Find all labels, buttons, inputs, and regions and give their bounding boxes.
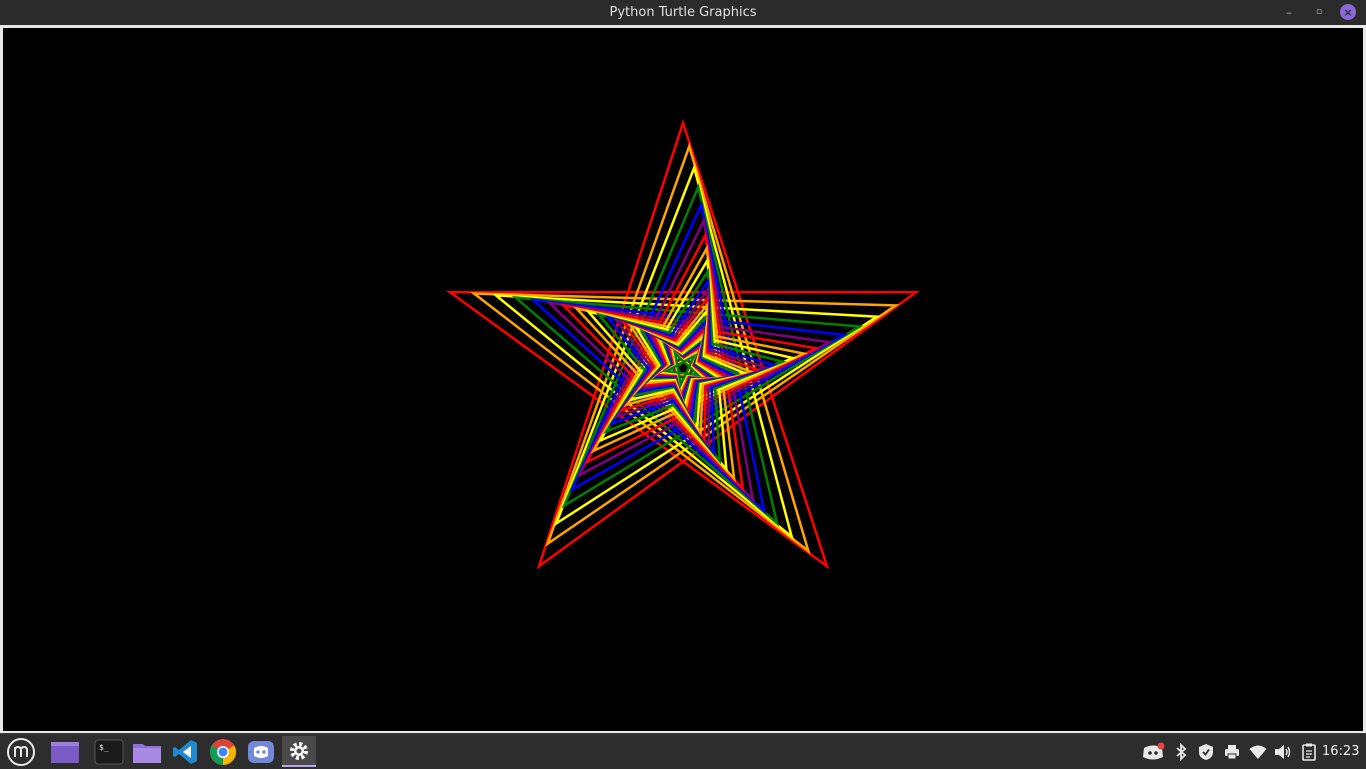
window-title: Python Turtle Graphics bbox=[609, 5, 757, 20]
printer-icon bbox=[1225, 744, 1239, 759]
taskbar: $_ 16:23 bbox=[0, 733, 1366, 769]
tray-clipboard[interactable] bbox=[1299, 734, 1319, 769]
linux-mint-menu-icon bbox=[7, 737, 35, 766]
tray-discord[interactable] bbox=[1140, 734, 1166, 769]
chrome-icon bbox=[209, 738, 237, 765]
vscode-icon bbox=[173, 739, 197, 764]
taskbar-chrome[interactable] bbox=[206, 736, 240, 767]
purple-folder-icon bbox=[51, 741, 79, 763]
close-button[interactable]: × bbox=[1340, 4, 1356, 20]
clock[interactable]: 16:23 bbox=[1322, 744, 1359, 759]
window-titlebar[interactable]: Python Turtle Graphics – ▫ × bbox=[0, 0, 1366, 26]
star-drawing bbox=[446, 118, 920, 570]
svg-text:$_: $_ bbox=[99, 743, 109, 752]
discord-tray-icon bbox=[1143, 742, 1165, 759]
terminal-icon: $_ bbox=[94, 739, 124, 764]
tray-bluetooth[interactable] bbox=[1172, 734, 1190, 769]
tray-wifi[interactable] bbox=[1248, 734, 1268, 769]
taskbar-show-desktop[interactable] bbox=[48, 736, 82, 767]
taskbar-vscode[interactable] bbox=[168, 736, 202, 767]
taskbar-files[interactable] bbox=[130, 736, 164, 767]
taskbar-python-turtle[interactable] bbox=[282, 736, 316, 767]
folder-icon bbox=[133, 743, 161, 763]
taskbar-discord[interactable] bbox=[244, 736, 278, 767]
bluetooth-icon bbox=[1176, 742, 1187, 761]
wifi-icon bbox=[1249, 745, 1267, 759]
turtle-canvas[interactable] bbox=[3, 28, 1363, 731]
maximize-button[interactable]: ▫ bbox=[1310, 3, 1328, 21]
clipboard-icon bbox=[1302, 743, 1316, 761]
tray-volume[interactable] bbox=[1273, 734, 1293, 769]
gear-icon bbox=[290, 741, 308, 760]
discord-icon bbox=[248, 740, 274, 763]
mint-menu-button[interactable] bbox=[4, 736, 38, 767]
minimize-button[interactable]: – bbox=[1280, 3, 1298, 21]
shield-icon bbox=[1199, 743, 1213, 760]
taskbar-terminal[interactable]: $_ bbox=[92, 736, 126, 767]
volume-icon bbox=[1275, 744, 1291, 759]
tray-shield[interactable] bbox=[1196, 734, 1216, 769]
tray-printer[interactable] bbox=[1222, 734, 1242, 769]
